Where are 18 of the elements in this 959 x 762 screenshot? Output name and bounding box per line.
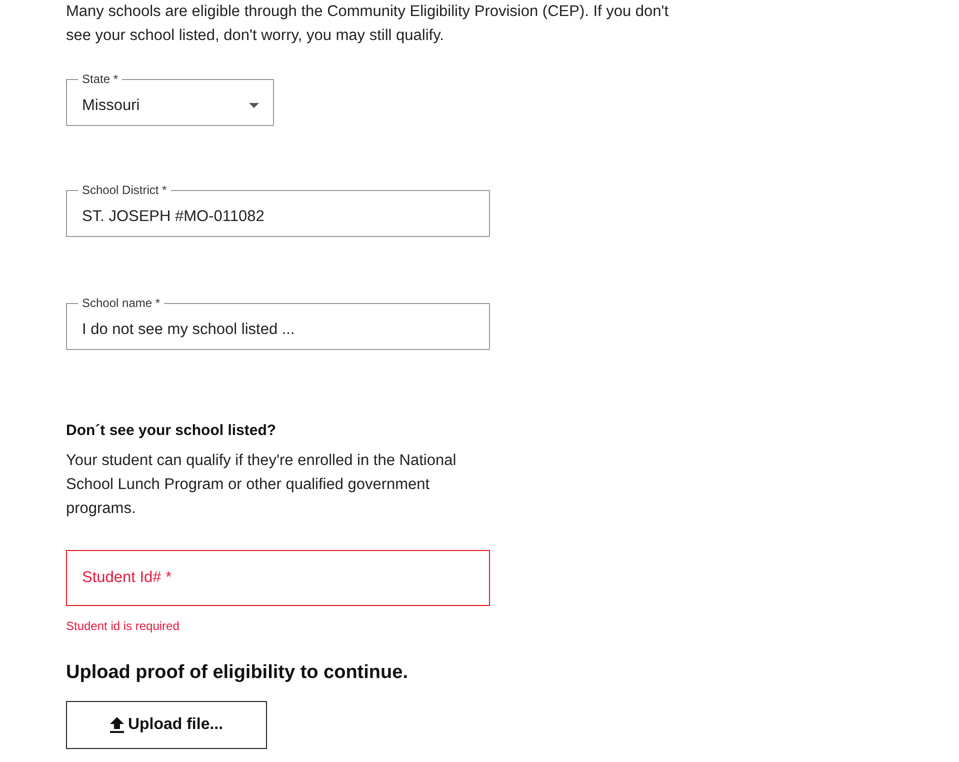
text-input[interactable]: ST. JOSEPH #MO-011082 (82, 208, 474, 226)
field-label: School name * (81, 296, 162, 310)
field-label: School District * (81, 183, 168, 197)
field-label: State * (81, 72, 120, 86)
text-input[interactable]: I do not see my school listed ... (82, 320, 474, 338)
upload-button[interactable]: Upload file... (66, 701, 267, 749)
student-id-field[interactable]: Student Id# * (66, 550, 490, 606)
field-value: Missouri (82, 96, 140, 114)
upload-icon (110, 716, 124, 734)
text-field[interactable]: School District * ST. JOSEPH #MO-011082 (66, 183, 490, 237)
text-field[interactable]: School name * I do not see my school listed ... (66, 296, 490, 350)
intro-text: Many schools are eligible through the Community Eligibility Provision (CEP). If you don't see your school listed, don't worry, you may still qualify. (66, 2, 670, 46)
error-message: Student id is required (66, 618, 180, 634)
dropdown-caret-icon (249, 103, 259, 108)
notice-heading: Don´t see your school listed? (66, 421, 278, 441)
upload-heading: Upload proof of eligibility to continue. (66, 661, 409, 685)
state-select[interactable]: State * Missouri (66, 72, 274, 126)
notice-text: Your student can qualify if they're enrolled in the National School Lunch Program or other qualified government programs. (66, 451, 458, 519)
